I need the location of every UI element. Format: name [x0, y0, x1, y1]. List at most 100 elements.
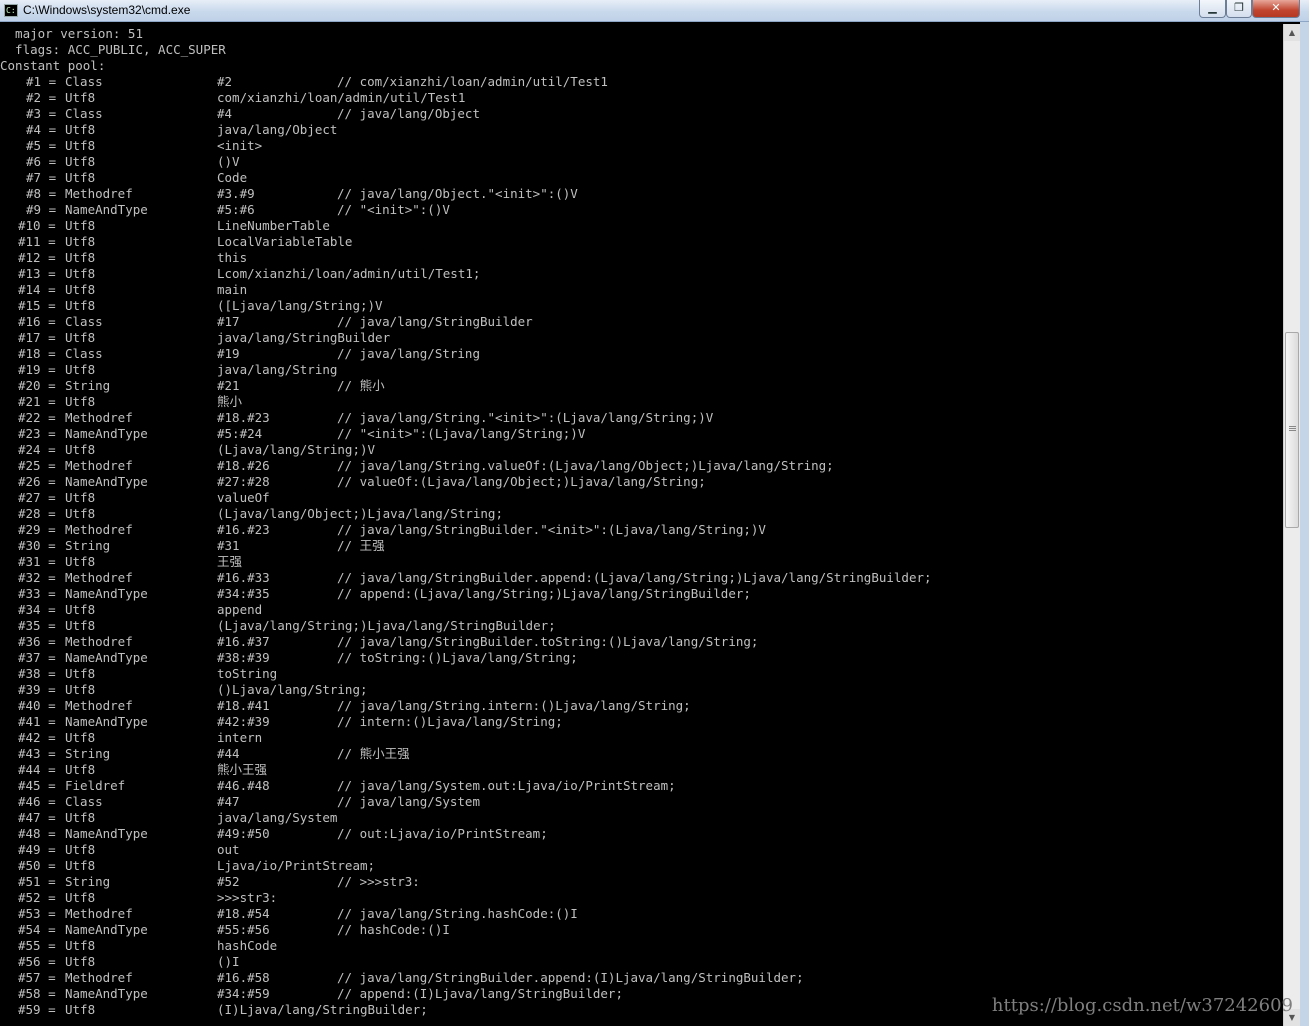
- entry-type: Utf8: [65, 138, 96, 153]
- scroll-up-arrow-icon[interactable]: ▲: [1284, 24, 1300, 41]
- entry-value: java/lang/String: [217, 362, 338, 377]
- entry-value: (I)Ljava/lang/StringBuilder;: [217, 1002, 428, 1017]
- entry-value: #49:#50: [217, 826, 270, 841]
- vertical-scrollbar[interactable]: ▲ ▼: [1283, 24, 1300, 1026]
- entry-type: Methodref: [65, 906, 133, 921]
- entry-value: Lcom/xianzhi/loan/admin/util/Test1;: [217, 266, 481, 281]
- entry-type: Utf8: [65, 554, 96, 569]
- entry-comment: // >>>str3:: [337, 874, 420, 889]
- entry-value: #46.#48: [217, 778, 270, 793]
- entry-index: #55 =: [18, 938, 56, 953]
- entry-value: #18.#54: [217, 906, 270, 921]
- entry-value: 王强: [217, 554, 243, 569]
- entry-type: Methodref: [65, 522, 133, 537]
- entry-value: intern: [217, 730, 263, 745]
- entry-type: String: [65, 378, 111, 393]
- entry-value: valueOf: [217, 490, 270, 505]
- entry-comment: // valueOf:(Ljava/lang/Object;)Ljava/lan…: [337, 474, 706, 489]
- entry-value: #18.#23: [217, 410, 270, 425]
- entry-type: Utf8: [65, 298, 96, 313]
- entry-value: #16.#33: [217, 570, 270, 585]
- entry-index: #50 =: [18, 858, 56, 873]
- entry-type: NameAndType: [65, 202, 148, 217]
- entry-value: #16.#23: [217, 522, 270, 537]
- entry-type: Methodref: [65, 970, 133, 985]
- entry-value: com/xianzhi/loan/admin/util/Test1: [217, 90, 466, 105]
- entry-value: #42:#39: [217, 714, 270, 729]
- entry-type: Utf8: [65, 954, 96, 969]
- entry-index: #33 =: [18, 586, 56, 601]
- entry-type: String: [65, 874, 111, 889]
- title-bar[interactable]: C: C:\Windows\system32\cmd.exe ▁ ❐ ✕: [0, 0, 1309, 22]
- entry-type: Utf8: [65, 506, 96, 521]
- entry-type: Utf8: [65, 842, 96, 857]
- entry-value: LineNumberTable: [217, 218, 330, 233]
- entry-type: Class: [65, 74, 103, 89]
- entry-type: Utf8: [65, 762, 96, 777]
- entry-type: Utf8: [65, 858, 96, 873]
- console-line-header: flags: ACC_PUBLIC, ACC_SUPER: [0, 42, 226, 57]
- entry-type: Utf8: [65, 618, 96, 633]
- entry-index: #38 =: [18, 666, 56, 681]
- entry-index: #14 =: [18, 282, 56, 297]
- entry-value: java/lang/System: [217, 810, 338, 825]
- close-button[interactable]: ✕: [1252, 0, 1300, 18]
- entry-index: #16 =: [18, 314, 56, 329]
- entry-type: Methodref: [65, 186, 133, 201]
- entry-value: (Ljava/lang/Object;)Ljava/lang/String;: [217, 506, 503, 521]
- entry-value: #4: [217, 106, 233, 121]
- entry-value: #16.#58: [217, 970, 270, 985]
- entry-index: #9 =: [26, 202, 57, 217]
- entry-type: NameAndType: [65, 474, 148, 489]
- entry-index: #10 =: [18, 218, 56, 233]
- minimize-button[interactable]: ▁: [1199, 0, 1226, 18]
- entry-type: Utf8: [65, 330, 96, 345]
- entry-type: Class: [65, 106, 103, 121]
- entry-index: #41 =: [18, 714, 56, 729]
- entry-comment: // java/lang/String.intern:()Ljava/lang/…: [337, 698, 691, 713]
- entry-value: #5:#24: [217, 426, 263, 441]
- maximize-button[interactable]: ❐: [1226, 0, 1252, 18]
- entry-value: ([Ljava/lang/String;)V: [217, 298, 383, 313]
- entry-value: #34:#35: [217, 586, 270, 601]
- entry-type: String: [65, 746, 111, 761]
- entry-type: Class: [65, 314, 103, 329]
- scroll-thumb[interactable]: [1285, 332, 1299, 528]
- entry-value: #19: [217, 346, 240, 361]
- entry-type: Utf8: [65, 666, 96, 681]
- entry-type: String: [65, 538, 111, 553]
- entry-index: #39 =: [18, 682, 56, 697]
- entry-type: Utf8: [65, 218, 96, 233]
- watermark: https://blog.csdn.net/w37242609: [991, 995, 1293, 1016]
- cmd-icon[interactable]: C:: [4, 4, 18, 17]
- entry-value: #3.#9: [217, 186, 255, 201]
- entry-type: NameAndType: [65, 586, 148, 601]
- entry-index: #13 =: [18, 266, 56, 281]
- entry-value: #18.#41: [217, 698, 270, 713]
- entry-type: Utf8: [65, 362, 96, 377]
- entry-type: Utf8: [65, 938, 96, 953]
- entry-comment: // java/lang/String.hashCode:()I: [337, 906, 578, 921]
- entry-index: #35 =: [18, 618, 56, 633]
- entry-index: #47 =: [18, 810, 56, 825]
- entry-type: Utf8: [65, 682, 96, 697]
- entry-value: #55:#56: [217, 922, 270, 937]
- entry-type: Utf8: [65, 234, 96, 249]
- entry-type: Utf8: [65, 394, 96, 409]
- entry-index: #42 =: [18, 730, 56, 745]
- entry-index: #29 =: [18, 522, 56, 537]
- entry-value: out: [217, 842, 240, 857]
- entry-index: #20 =: [18, 378, 56, 393]
- entry-comment: // java/lang/String."<init>":(Ljava/lang…: [337, 410, 714, 425]
- entry-index: #58 =: [18, 986, 56, 1001]
- entry-index: #7 =: [26, 170, 57, 185]
- entry-value: #18.#26: [217, 458, 270, 473]
- entry-index: #53 =: [18, 906, 56, 921]
- entry-value: #31: [217, 538, 240, 553]
- entry-type: Class: [65, 346, 103, 361]
- entry-type: NameAndType: [65, 714, 148, 729]
- console-output[interactable]: major version: 51 flags: ACC_PUBLIC, ACC…: [0, 24, 1282, 1026]
- entry-value: #16.#37: [217, 634, 270, 649]
- entry-index: #23 =: [18, 426, 56, 441]
- entry-value: #44: [217, 746, 240, 761]
